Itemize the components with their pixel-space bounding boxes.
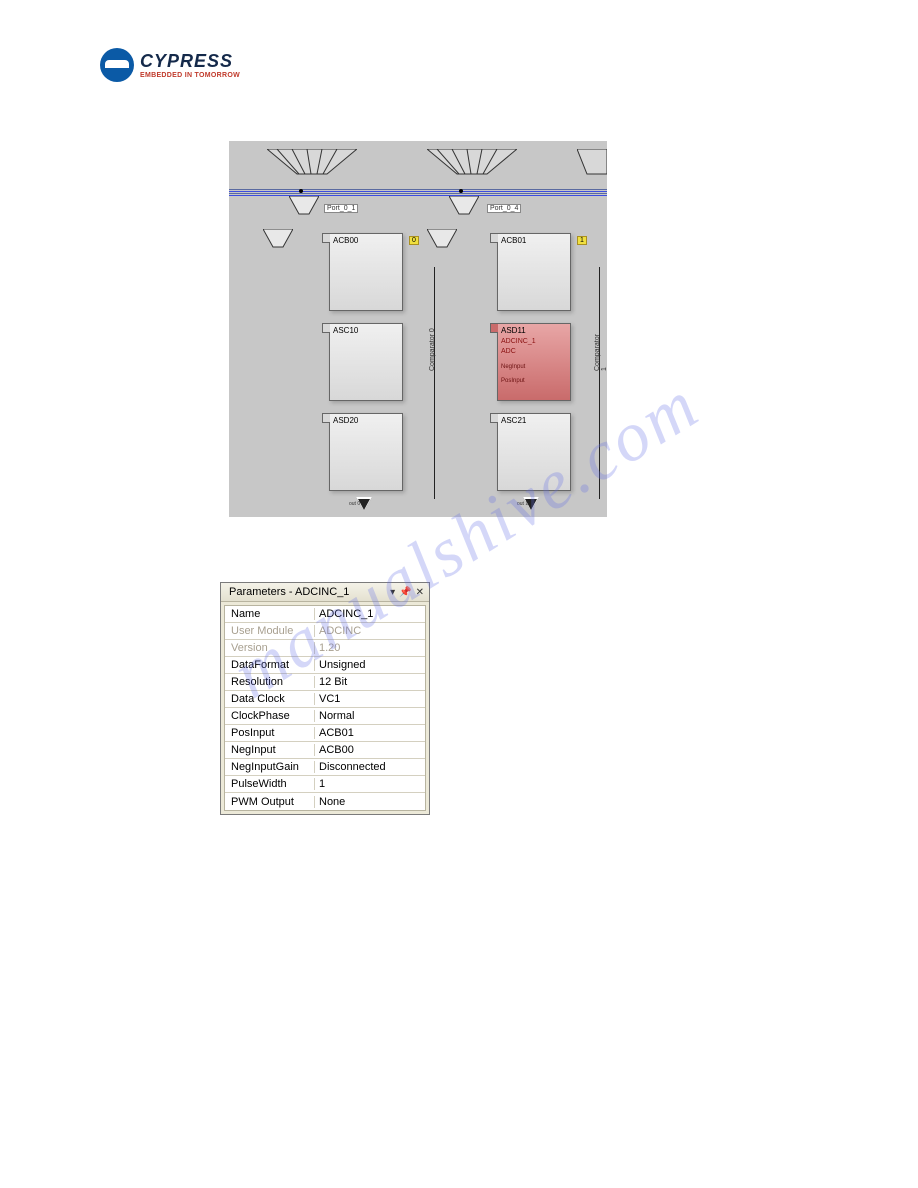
panel-titlebar[interactable]: Parameters - ADCINC_1 ▾ 📌 ✕ [221,583,429,602]
adc-name: ADCINC_1 [501,338,536,345]
close-icon[interactable]: ✕ [416,587,424,598]
parameters-panel: Parameters - ADCINC_1 ▾ 📌 ✕ NameADCINC_1… [220,582,430,815]
block-asd20[interactable]: ASD20 [329,413,403,491]
param-value[interactable]: Normal [315,710,425,722]
block-label: ACB00 [333,236,358,245]
param-row[interactable]: PWM OutputNone [225,793,425,810]
comparator-label: Comparator 0 [429,328,436,371]
bus-line [229,195,607,196]
param-key: DataFormat [225,659,315,671]
block-asc10[interactable]: ASC10 [329,323,403,401]
adc-neginput-label: NegInput [501,364,525,370]
node-dot [299,189,303,193]
bus-line [229,189,607,190]
param-key: NegInputGain [225,761,315,773]
pin-icon[interactable]: 📌 [399,587,411,598]
mux-fan-icon [267,149,357,179]
param-value[interactable]: Disconnected [315,761,425,773]
cypress-logo: CYPRESS EMBEDDED IN TOMORROW [100,48,240,82]
out-label: out 0 [349,501,360,507]
mux-icon [449,196,479,220]
param-value[interactable]: ADCINC_1 [315,608,425,620]
param-row[interactable]: NameADCINC_1 [225,606,425,623]
param-key: Data Clock [225,693,315,705]
dropdown-icon[interactable]: ▾ [390,587,395,598]
param-row[interactable]: PulseWidth1 [225,776,425,793]
panel-title: Parameters - ADCINC_1 [229,586,349,598]
param-row[interactable]: Version1.20 [225,640,425,657]
mux-icon [263,229,293,253]
logo-tagline: EMBEDDED IN TOMORROW [140,72,240,79]
mux-fan-icon [427,149,517,179]
param-row[interactable]: NegInputACB00 [225,742,425,759]
param-value[interactable]: 1.20 [315,642,425,654]
block-label: ASD11 [501,326,526,335]
param-key: Name [225,608,315,620]
block-acb01[interactable]: ACB01 [497,233,571,311]
bus-line [229,191,607,192]
comparator-line [599,267,600,499]
param-row[interactable]: DataFormatUnsigned [225,657,425,674]
mux-fan-icon [577,149,607,179]
out-label: out 1 [517,501,528,507]
bus-line [229,193,607,194]
param-row[interactable]: ClockPhaseNormal [225,708,425,725]
param-value[interactable]: 12 Bit [315,676,425,688]
block-label: ACB01 [501,236,526,245]
marker-badge: 1 [577,236,587,245]
port-label: Port_0_1 [324,204,358,213]
param-key: PosInput [225,727,315,739]
param-key: User Module [225,625,315,637]
param-key: Version [225,642,315,654]
param-value[interactable]: ADCINC [315,625,425,637]
logo-brand: CYPRESS [140,51,240,72]
mux-icon [427,229,457,253]
block-acb00[interactable]: ACB00 [329,233,403,311]
marker-badge: 0 [409,236,419,245]
param-key: PWM Output [225,796,315,808]
param-row[interactable]: NegInputGainDisconnected [225,759,425,776]
param-row[interactable]: User ModuleADCINC [225,623,425,640]
comparator-label: Comparator 1 [594,334,608,371]
param-row[interactable]: Resolution12 Bit [225,674,425,691]
block-diagram-canvas[interactable]: Port_0_1 Port_0_4 0 1 Comparator 0 Compa… [228,140,608,518]
param-key: ClockPhase [225,710,315,722]
port-label: Port_0_4 [487,204,521,213]
param-row[interactable]: Data ClockVC1 [225,691,425,708]
block-label: ASD20 [333,416,358,425]
param-value[interactable]: VC1 [315,693,425,705]
comparator-line [434,267,435,499]
param-row[interactable]: PosInputACB01 [225,725,425,742]
adc-sub: ADC [501,348,516,355]
param-value[interactable]: ACB01 [315,727,425,739]
logo-icon [100,48,134,82]
param-key: Resolution [225,676,315,688]
mux-icon [289,196,319,220]
param-value[interactable]: Unsigned [315,659,425,671]
param-value[interactable]: 1 [315,778,425,790]
param-value[interactable]: ACB00 [315,744,425,756]
param-value[interactable]: None [315,796,425,808]
node-dot [459,189,463,193]
block-asc21[interactable]: ASC21 [497,413,571,491]
block-label: ASC21 [501,416,526,425]
param-key: NegInput [225,744,315,756]
adc-posinput-label: PosInput [501,378,525,384]
parameters-grid: NameADCINC_1User ModuleADCINCVersion1.20… [224,605,426,811]
block-asd11-adc[interactable]: ASD11 ADCINC_1 ADC NegInput PosInput [497,323,571,401]
param-key: PulseWidth [225,778,315,790]
block-label: ASC10 [333,326,358,335]
